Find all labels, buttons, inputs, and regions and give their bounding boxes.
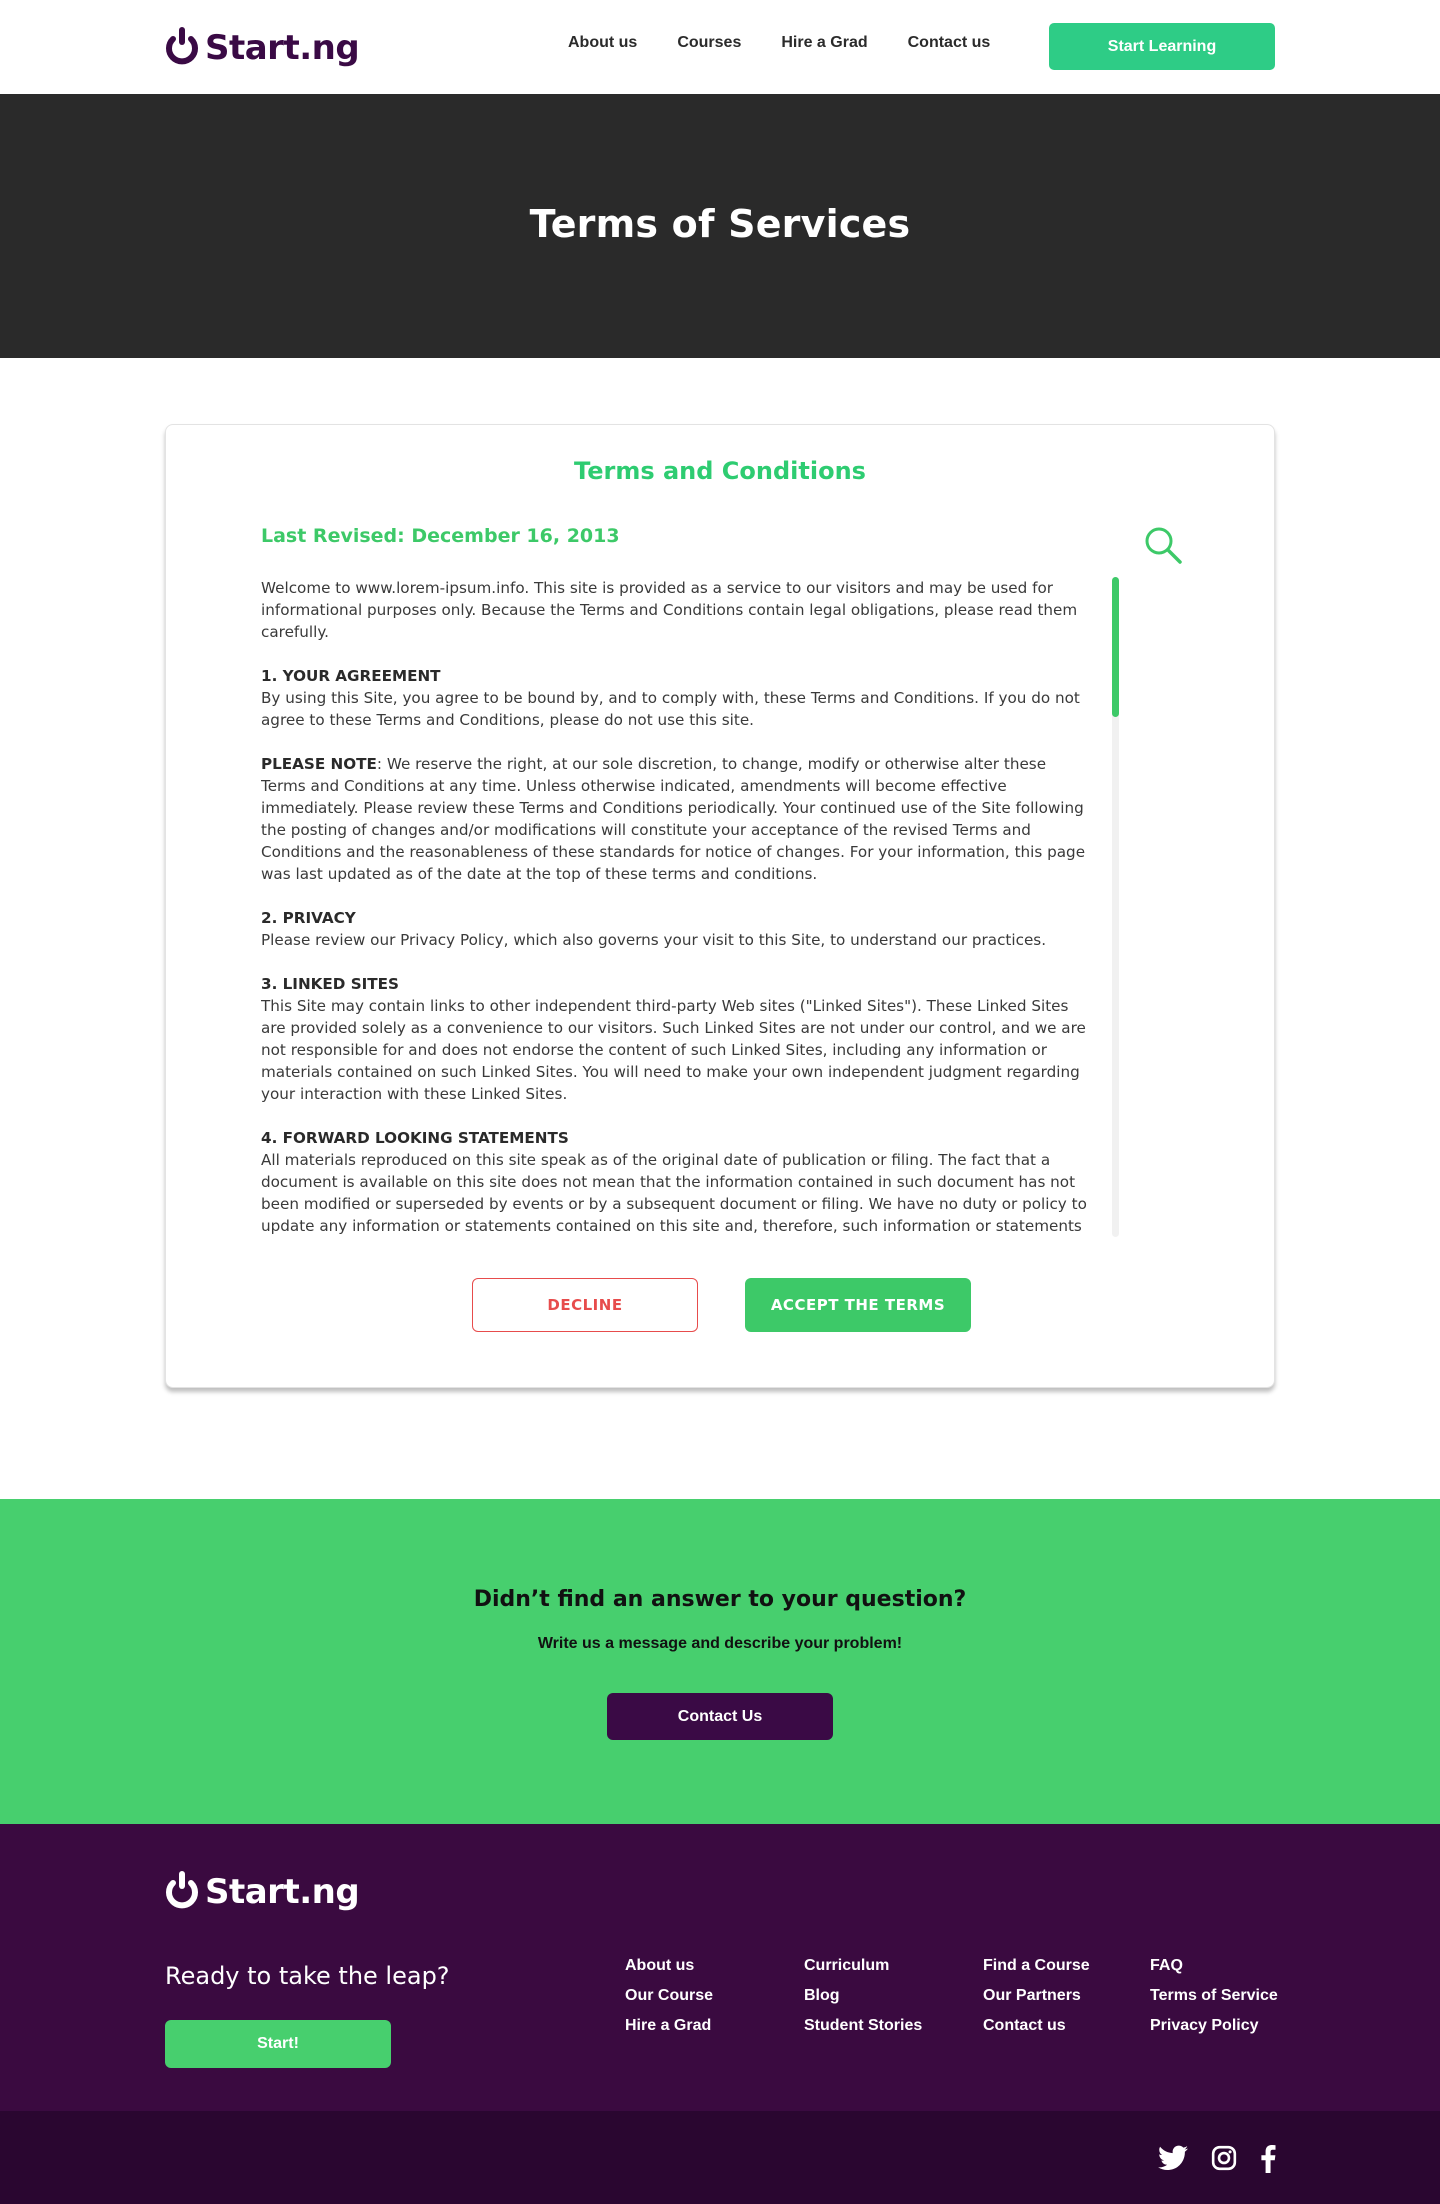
note-text: : We reserve the right, at our sole disc… [261, 755, 1086, 883]
footer-link-terms[interactable]: Terms of Service [1150, 1987, 1278, 2005]
footer-link-contact[interactable]: Contact us [983, 2017, 1090, 2035]
search-icon[interactable] [1143, 525, 1183, 565]
footer-link-our-course[interactable]: Our Course [625, 1987, 713, 2005]
terms-title: Terms and Conditions [574, 457, 866, 485]
page-title: Terms of Services [529, 202, 911, 246]
instagram-icon[interactable] [1211, 2145, 1237, 2171]
section-text: This Site may contain links to other ind… [261, 997, 1086, 1103]
footer-link-about[interactable]: About us [625, 1957, 713, 1975]
terms-section-agreement: 1. YOUR AGREEMENT By using this Site, yo… [261, 665, 1091, 731]
cta-subheading: Write us a message and describe your pro… [537, 1635, 903, 1652]
footer-column-1: About us Our Course Hire a Grad [625, 1957, 713, 2035]
footer-link-hire-a-grad[interactable]: Hire a Grad [625, 2017, 713, 2035]
terms-intro: Welcome to www.lorem-ipsum.info. This si… [261, 579, 1078, 641]
footer-start-button[interactable]: Start! [165, 2020, 391, 2068]
section-heading: 1. YOUR AGREEMENT [261, 667, 441, 685]
terms-section-linked-sites: 3. LINKED SITES This Site may contain li… [261, 973, 1091, 1105]
logo-text: Start.ng [205, 28, 360, 68]
power-logo-icon [166, 27, 198, 65]
section-heading: 2. PRIVACY [261, 909, 356, 927]
nav-link-courses[interactable]: Courses [677, 34, 741, 52]
note-label: PLEASE NOTE [261, 755, 377, 773]
footer-column-2: Curriculum Blog Student Stories [804, 1957, 922, 2035]
section-text: By using this Site, you agree to be boun… [261, 689, 1080, 729]
navbar: Start.ng About us Courses Hire a Grad Co… [0, 0, 1440, 94]
start-learning-button[interactable]: Start Learning [1049, 23, 1275, 70]
footer-logo-text: Start.ng [205, 1872, 360, 1912]
logo[interactable]: Start.ng [165, 24, 360, 72]
section-heading: 3. LINKED SITES [261, 975, 399, 993]
nav-link-hire-a-grad[interactable]: Hire a Grad [781, 34, 867, 52]
footer-logo[interactable]: Start.ng [165, 1868, 360, 1916]
footer-column-4: FAQ Terms of Service Privacy Policy [1150, 1957, 1278, 2035]
scrollbar-thumb[interactable] [1112, 577, 1119, 717]
section-text: Please review our Privacy Policy, which … [261, 931, 1047, 949]
terms-section-forward-looking: 4. FORWARD LOOKING STATEMENTS All materi… [261, 1127, 1091, 1237]
social-bar [0, 2111, 1440, 2204]
twitter-icon[interactable] [1158, 2145, 1188, 2171]
terms-section-note: PLEASE NOTE: We reserve the right, at ou… [261, 753, 1091, 885]
footer-link-faq[interactable]: FAQ [1150, 1957, 1278, 1975]
terms-text-scroll-area[interactable]: Welcome to www.lorem-ipsum.info. This si… [261, 577, 1091, 1239]
footer-tagline: Ready to take the leap? [165, 1962, 450, 1990]
nav-links: About us Courses Hire a Grad Contact us [568, 34, 990, 52]
footer-link-our-partners[interactable]: Our Partners [983, 1987, 1090, 2005]
terms-card: Terms and Conditions Last Revised: Decem… [165, 424, 1275, 1388]
facebook-icon[interactable] [1260, 2145, 1276, 2173]
terms-section-privacy: 2. PRIVACY Please review our Privacy Pol… [261, 907, 1091, 951]
hero-banner: Terms of Services [0, 94, 1440, 358]
scrollbar-track[interactable] [1112, 577, 1119, 1237]
footer-link-find-a-course[interactable]: Find a Course [983, 1957, 1090, 1975]
power-logo-icon [166, 1871, 198, 1909]
nav-link-contact[interactable]: Contact us [908, 34, 991, 52]
accept-terms-button[interactable]: ACCEPT THE TERMS [745, 1278, 971, 1332]
nav-link-about[interactable]: About us [568, 34, 637, 52]
footer-link-curriculum[interactable]: Curriculum [804, 1957, 922, 1975]
contact-cta-section: Didn’t find an answer to your question? … [0, 1499, 1440, 1824]
footer-link-blog[interactable]: Blog [804, 1987, 922, 2005]
footer-column-3: Find a Course Our Partners Contact us [983, 1957, 1090, 2035]
footer-link-privacy[interactable]: Privacy Policy [1150, 2017, 1278, 2035]
contact-us-button[interactable]: Contact Us [607, 1693, 833, 1740]
cta-heading: Didn’t find an answer to your question? [473, 1587, 967, 1612]
footer-link-student-stories[interactable]: Student Stories [804, 2017, 922, 2035]
section-heading: 4. FORWARD LOOKING STATEMENTS [261, 1129, 569, 1147]
last-revised-date: Last Revised: December 16, 2013 [261, 525, 620, 547]
decline-button[interactable]: DECLINE [472, 1278, 698, 1332]
section-text: All materials reproduced on this site sp… [261, 1151, 1087, 1235]
footer: Start.ng Ready to take the leap? Start! … [0, 1824, 1440, 2111]
